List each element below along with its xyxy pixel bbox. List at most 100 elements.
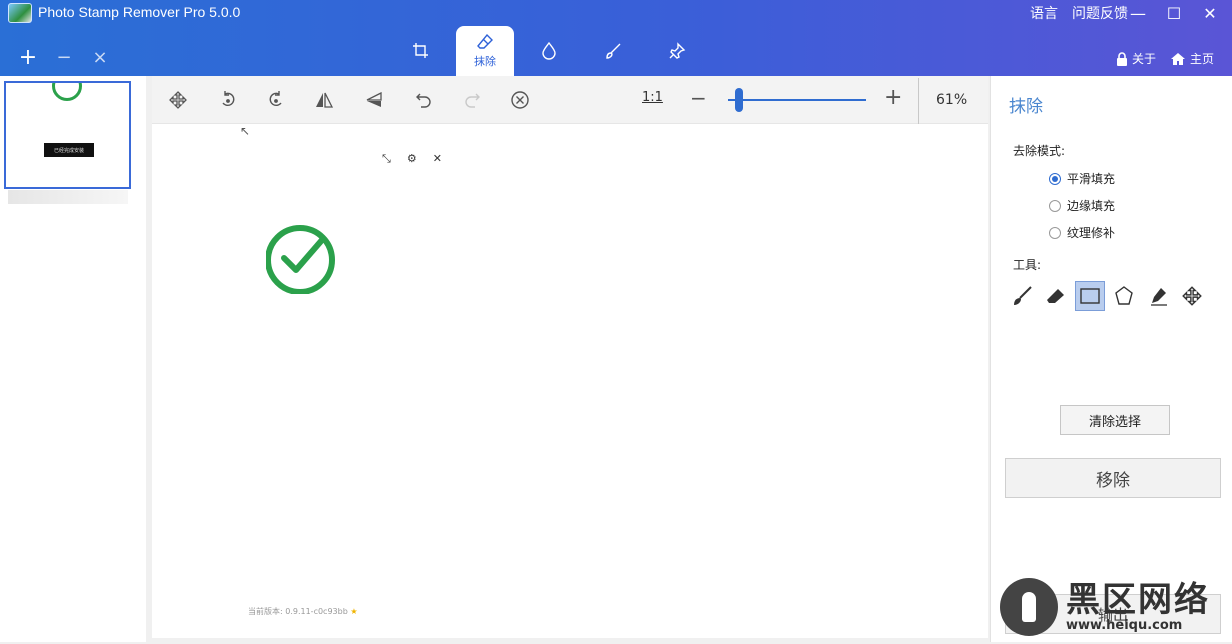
toolbar-divider <box>918 78 919 124</box>
redo-icon <box>465 93 480 108</box>
mode-edge-fill[interactable]: 边缘填充 <box>1049 197 1115 214</box>
drop-icon <box>542 41 556 60</box>
cancel-circle-icon <box>511 91 529 109</box>
add-image-icon[interactable]: + <box>18 47 38 69</box>
zoom-reset-button[interactable]: 1:1 <box>642 90 663 105</box>
radio-button[interactable] <box>1049 199 1061 212</box>
polygon-select-icon <box>1115 286 1133 305</box>
thumbnail-panel: 已经完成安装 <box>0 76 146 642</box>
home-button[interactable]: 主页 <box>1170 50 1214 67</box>
flip-vertical-button[interactable] <box>350 76 398 124</box>
flip-vertical-icon <box>366 91 382 107</box>
close-icon[interactable]: ✕ <box>1202 4 1218 23</box>
lock-icon <box>1116 51 1127 66</box>
about-label: 关于 <box>1131 52 1156 66</box>
app-logo-icon <box>8 3 32 23</box>
mode-label: 边缘填充 <box>1067 199 1116 213</box>
mode-label: 平滑填充 <box>1067 172 1116 186</box>
language-link[interactable]: 语言 <box>1030 3 1058 23</box>
feedback-link[interactable]: 问题反馈 <box>1072 3 1128 23</box>
magic-pen-tool[interactable] <box>1143 281 1173 311</box>
mode-smooth-fill[interactable]: 平滑填充 <box>1049 170 1115 187</box>
mode-tabs: 抹除 <box>392 26 706 76</box>
export-button[interactable]: 输出 <box>1005 594 1221 634</box>
undo-button[interactable] <box>400 76 448 124</box>
maximize-icon[interactable]: ☐ <box>1166 4 1182 23</box>
crop-icon <box>413 43 428 58</box>
zoom-slider-track[interactable] <box>728 99 866 101</box>
image-thumbnail[interactable]: 已经完成安装 <box>4 81 131 189</box>
remove-button[interactable]: 移除 <box>1005 458 1221 498</box>
tools-label: 工具: <box>1013 258 1042 272</box>
home-icon <box>1170 52 1185 65</box>
app-title: Photo Stamp Remover Pro 5.0.0 <box>38 4 241 20</box>
flip-horizontal-button[interactable] <box>300 76 348 124</box>
redo-button[interactable] <box>448 76 496 124</box>
tab-brush[interactable] <box>584 27 642 75</box>
remove-image-icon[interactable]: − <box>54 47 74 69</box>
move-button[interactable] <box>154 76 202 124</box>
tab-erase[interactable]: 抹除 <box>456 26 514 76</box>
clear-selection-button[interactable]: 清除选择 <box>1060 405 1170 435</box>
undo-icon <box>416 93 431 108</box>
canvas-overlay-controls: ⤡ ⚙ ✕ <box>382 152 442 166</box>
rectangle-select-icon <box>1080 288 1100 304</box>
radio-button[interactable] <box>1049 172 1061 185</box>
about-button[interactable]: 关于 <box>1116 50 1156 67</box>
tab-drop[interactable] <box>520 27 578 75</box>
rotate-right-button[interactable] <box>252 76 300 124</box>
brush-icon <box>606 43 621 59</box>
zoom-percent: 61% <box>936 92 968 108</box>
radio-button[interactable] <box>1049 226 1061 239</box>
top-links: 语言 问题反馈 <box>1030 3 1128 23</box>
thumbnail-caption <box>8 190 128 204</box>
check-icon <box>52 83 82 101</box>
clear-list-icon[interactable]: × <box>90 47 110 69</box>
panel-title: 抹除 <box>1009 97 1043 117</box>
magic-pen-icon <box>1151 288 1167 306</box>
image-list-controls: + − × <box>18 47 110 69</box>
close-overlay-icon[interactable]: ✕ <box>433 152 442 166</box>
flip-horizontal-icon <box>316 92 334 108</box>
eraser-tool[interactable] <box>1041 281 1071 311</box>
about-row: 关于 主页 <box>1116 50 1214 67</box>
removal-mode-options: 平滑填充 边缘填充 纹理修补 <box>1049 170 1115 241</box>
brush-icon <box>1014 286 1032 305</box>
eraser-icon <box>477 33 493 49</box>
title-bar: Photo Stamp Remover Pro 5.0.0 + − × 抹除 语… <box>0 0 1232 76</box>
edit-toolbar: 1:1 − + 61% <box>152 76 988 124</box>
shrink-icon[interactable]: ⤡ <box>382 152 391 166</box>
tab-pin[interactable] <box>648 27 706 75</box>
pin-icon <box>669 42 686 59</box>
mode-texture-repair[interactable]: 纹理修补 <box>1049 224 1115 241</box>
tab-crop[interactable] <box>392 27 450 75</box>
thumbnail-text-bar: 已经完成安装 <box>44 143 94 157</box>
window-controls: — ☐ ✕ <box>1130 4 1218 23</box>
zoom-slider-thumb[interactable] <box>735 88 743 112</box>
cancel-button[interactable] <box>496 76 544 124</box>
zoom-in-button[interactable]: + <box>884 85 902 110</box>
polygon-tool[interactable] <box>1109 281 1139 311</box>
move-tool[interactable] <box>1177 281 1207 311</box>
move-icon <box>169 91 187 109</box>
selection-tools <box>1007 281 1207 311</box>
rectangle-tool[interactable] <box>1075 281 1105 311</box>
image-canvas[interactable]: ↖ ⤡ ⚙ ✕ 当前版本: 0.9.11-c0c93bb ★ <box>152 124 988 638</box>
zoom-out-button[interactable]: − <box>690 86 707 110</box>
version-label: 当前版本: 0.9.11-c0c93bb <box>248 607 348 616</box>
version-text: 当前版本: 0.9.11-c0c93bb ★ <box>248 606 358 617</box>
check-circle-icon <box>266 225 335 294</box>
tab-erase-label: 抹除 <box>474 55 496 68</box>
right-panel: 抹除 去除模式: 平滑填充 边缘填充 纹理修补 工具: 清除选择 移除 输出 <box>990 76 1232 642</box>
minimize-icon[interactable]: — <box>1130 4 1146 23</box>
mouse-cursor-icon: ↖ <box>240 124 251 138</box>
rotate-right-icon <box>269 91 282 107</box>
move-icon <box>1182 286 1202 306</box>
brush-tool[interactable] <box>1007 281 1037 311</box>
rotate-left-button[interactable] <box>204 76 252 124</box>
settings-icon[interactable]: ⚙ <box>407 152 417 166</box>
star-icon: ★ <box>350 607 358 616</box>
mode-label: 纹理修补 <box>1067 226 1116 240</box>
home-label: 主页 <box>1189 52 1214 66</box>
removal-mode-label: 去除模式: <box>1013 144 1066 158</box>
